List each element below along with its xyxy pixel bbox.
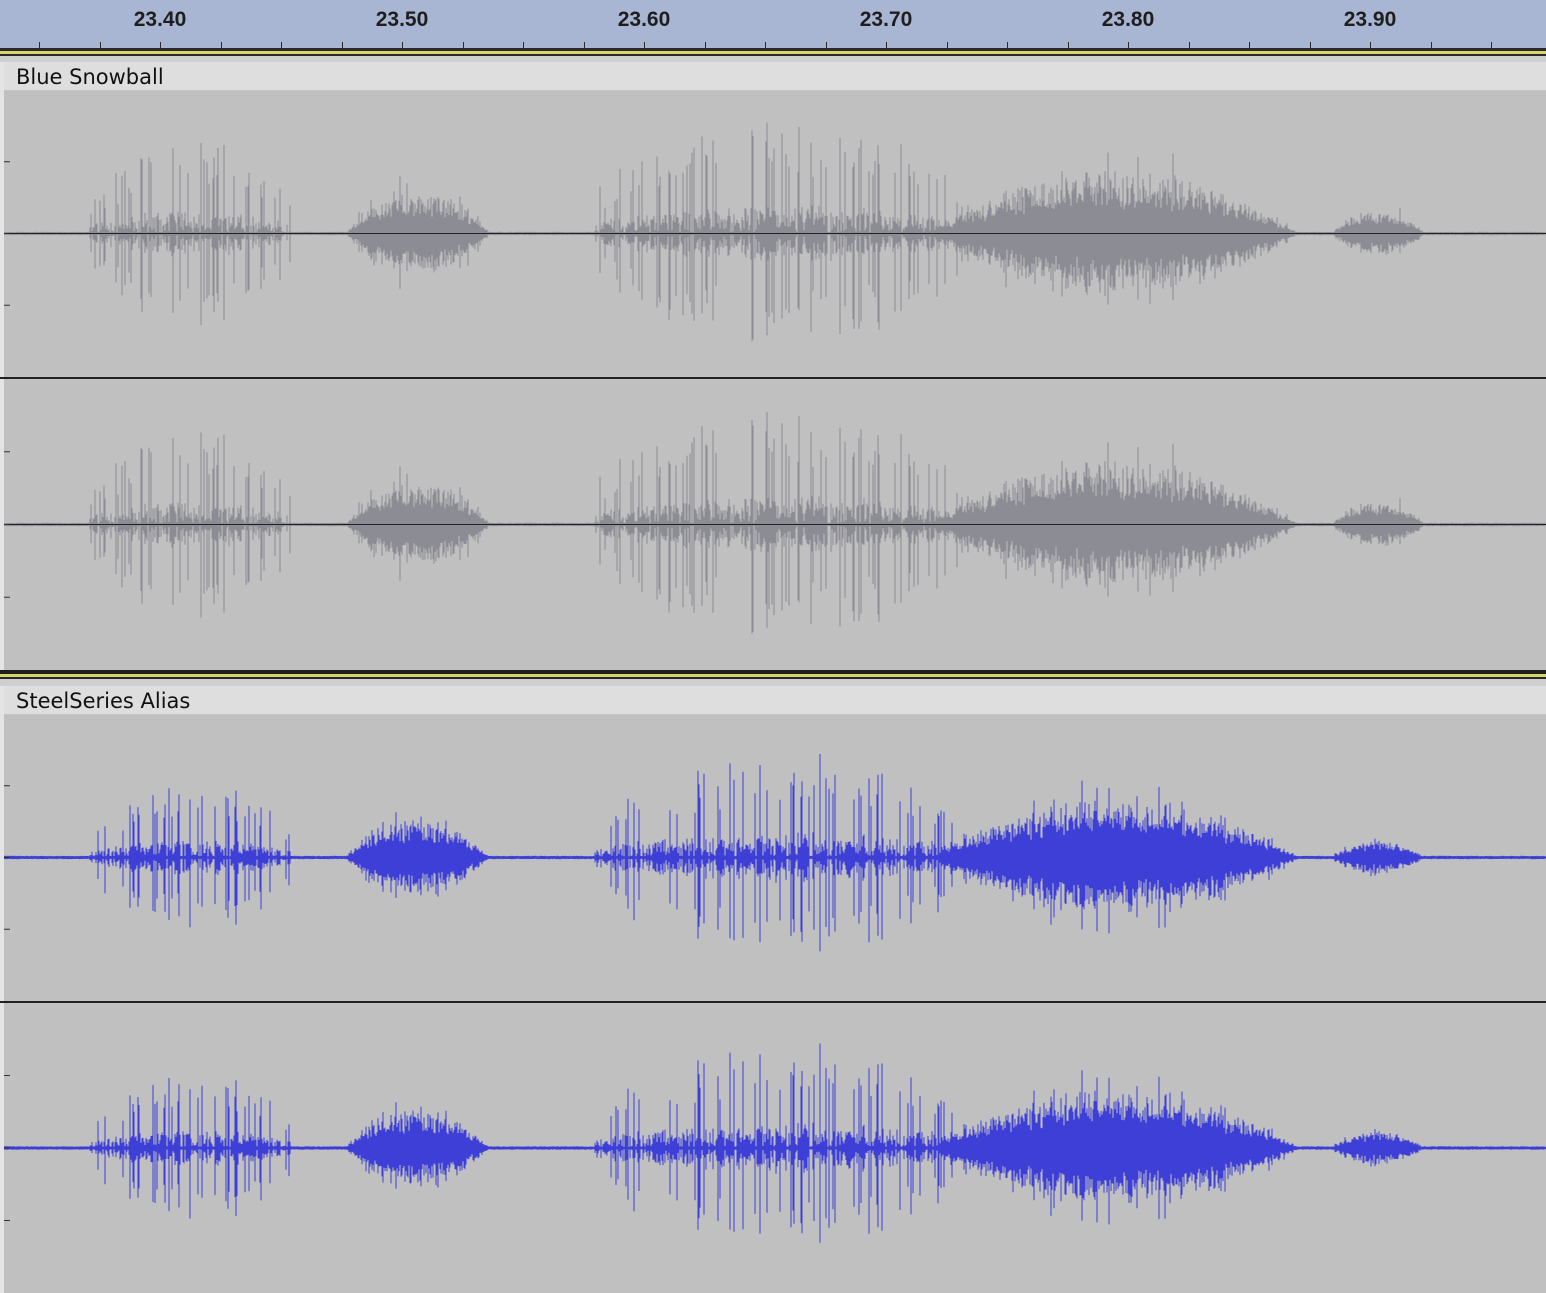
channel-left[interactable] xyxy=(4,90,1546,377)
ruler-label: 23.70 xyxy=(859,8,913,31)
track-steelseries-alias[interactable]: SteelSeries Alias xyxy=(0,686,1546,1293)
ruler-label: 23.80 xyxy=(1101,8,1155,31)
track-header[interactable]: Blue Snowball xyxy=(4,62,1546,91)
ruler-label: 23.90 xyxy=(1343,8,1397,31)
track-blue-snowball[interactable]: Blue Snowball xyxy=(0,62,1546,670)
ruler-label: 23.40 xyxy=(133,8,187,31)
ruler-label: 23.60 xyxy=(617,8,671,31)
track-separator xyxy=(0,670,1546,686)
waveform xyxy=(4,122,1546,342)
track-header[interactable]: SteelSeries Alias xyxy=(4,686,1546,715)
waveform-path xyxy=(4,412,1546,634)
waveform xyxy=(4,754,1546,952)
waveform xyxy=(4,412,1546,634)
track-separator xyxy=(0,48,1546,62)
waveform-path xyxy=(4,1043,1546,1243)
waveform-samples xyxy=(4,412,1546,634)
waveform-samples xyxy=(4,122,1546,342)
waveform-samples xyxy=(4,1043,1546,1243)
channel-right[interactable] xyxy=(4,1003,1546,1293)
waveform-path xyxy=(4,122,1546,342)
waveform-samples xyxy=(4,754,1546,952)
timeline-ruler[interactable]: 23.40 23.50 23.60 23.70 23.80 23.90 xyxy=(0,0,1546,48)
track-name: SteelSeries Alias xyxy=(16,689,191,713)
ruler-label: 23.50 xyxy=(375,8,429,31)
waveform-path xyxy=(4,754,1546,952)
channel-left[interactable] xyxy=(4,714,1546,1001)
waveform xyxy=(4,1043,1546,1243)
channel-right[interactable] xyxy=(4,379,1546,670)
track-name: Blue Snowball xyxy=(16,65,164,89)
